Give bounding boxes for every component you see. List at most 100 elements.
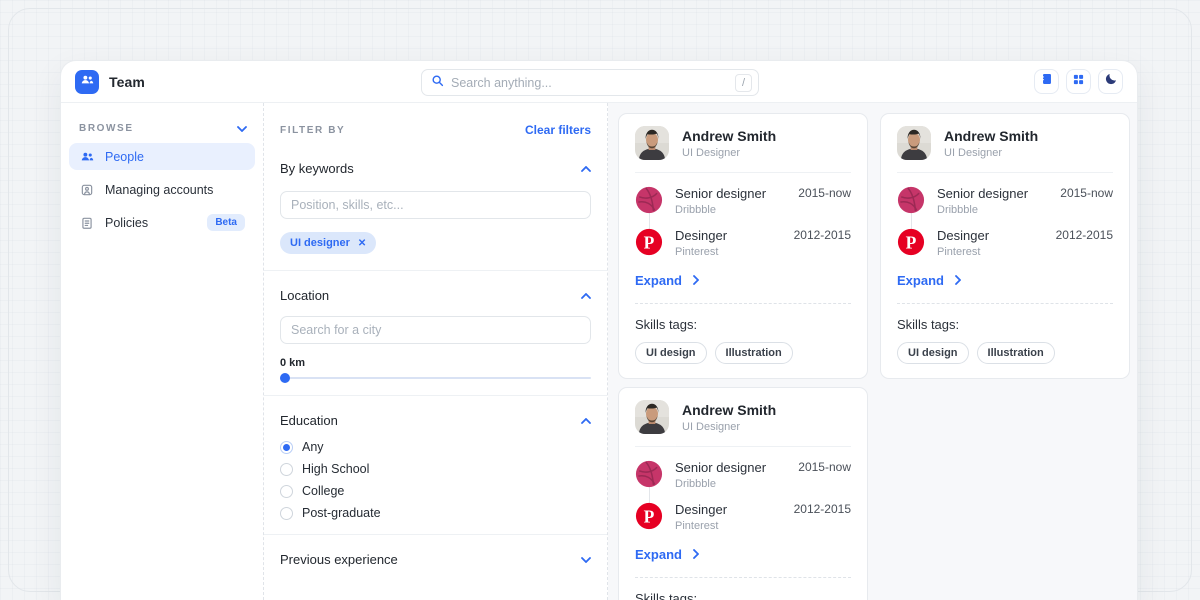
search-bar[interactable]: / — [421, 69, 759, 96]
person-role: UI Designer — [944, 147, 1038, 159]
city-search-input[interactable] — [280, 316, 591, 344]
divider — [635, 303, 851, 304]
position-period: 2015-now — [798, 186, 851, 200]
svg-text:P: P — [906, 232, 917, 252]
apps-grid-button[interactable] — [1066, 69, 1091, 94]
keywords-input[interactable] — [280, 191, 591, 219]
skills-label: Skills tags: — [635, 591, 851, 600]
beta-badge: Beta — [207, 214, 245, 231]
divider — [264, 270, 607, 271]
person-role: UI Designer — [682, 421, 776, 433]
distance-slider[interactable] — [280, 377, 591, 379]
position-period: 2015-now — [798, 460, 851, 474]
education-section-header[interactable]: Education — [280, 411, 591, 429]
search-input[interactable] — [451, 76, 735, 90]
sidebar-item-label: Policies — [105, 216, 148, 230]
chevron-right-icon — [693, 273, 699, 288]
clear-filters-link[interactable]: Clear filters — [525, 123, 591, 137]
position-title: Desinger — [675, 502, 727, 517]
expand-label: Expand — [635, 547, 682, 562]
browse-label: BROWSE — [79, 123, 134, 134]
chevron-down-icon — [581, 550, 591, 568]
radio-option-any[interactable]: Any — [280, 440, 591, 454]
divider — [897, 172, 1113, 173]
location-section-header[interactable]: Location — [280, 286, 591, 304]
radio-option-post-graduate[interactable]: Post-graduate — [280, 506, 591, 520]
skill-tag[interactable]: UI design — [897, 342, 969, 364]
sidebar-item-managing-accounts[interactable]: Managing accounts — [69, 176, 255, 203]
chevron-up-icon — [581, 411, 591, 429]
position-company: Dribbble — [937, 204, 1028, 216]
dark-mode-button[interactable] — [1098, 69, 1123, 94]
skill-tag[interactable]: Illustration — [977, 342, 1055, 364]
skills-label: Skills tags: — [635, 317, 851, 332]
radio-option-high-school[interactable]: High School — [280, 462, 591, 476]
expand-button[interactable]: Expand — [635, 547, 851, 562]
sidebar-item-label: People — [105, 150, 144, 164]
person-role: UI Designer — [682, 147, 776, 159]
app-title: Team — [109, 74, 145, 90]
search-icon — [431, 74, 444, 92]
skill-tag[interactable]: UI design — [635, 342, 707, 364]
position-company: Dribbble — [675, 204, 766, 216]
expand-label: Expand — [635, 273, 682, 288]
dribbble-icon — [635, 460, 663, 488]
chevron-right-icon — [693, 547, 699, 562]
skill-tag[interactable]: Illustration — [715, 342, 793, 364]
experience-timeline: Senior designer Dribbble 2015-now P Desi… — [635, 186, 851, 258]
divider — [635, 446, 851, 447]
radio-label: Any — [302, 440, 324, 454]
radio-icon[interactable] — [280, 485, 293, 498]
distance-value: 0 km — [280, 357, 591, 369]
app-header: Team / — [61, 61, 1137, 103]
header-actions — [1034, 69, 1123, 94]
position-row: Senior designer Dribbble 2015-now — [635, 186, 851, 216]
radio-icon[interactable] — [280, 441, 293, 454]
grid-icon — [1072, 73, 1085, 91]
moon-icon — [1104, 72, 1118, 91]
keywords-section-header[interactable]: By keywords — [280, 159, 591, 177]
browse-section-header[interactable]: BROWSE — [69, 119, 255, 137]
divider — [264, 534, 607, 535]
location-label: Location — [280, 288, 329, 303]
sidebar-item-people[interactable]: People — [69, 143, 255, 170]
person-name: Andrew Smith — [682, 128, 776, 144]
experience-section-header[interactable]: Previous experience — [280, 550, 591, 568]
close-icon[interactable]: ✕ — [358, 238, 366, 249]
expand-button[interactable]: Expand — [635, 273, 851, 288]
book-button[interactable] — [1034, 69, 1059, 94]
person-name: Andrew Smith — [682, 402, 776, 418]
sidebar-item-policies[interactable]: Policies Beta — [69, 209, 255, 236]
book-icon — [1040, 72, 1054, 91]
radio-option-college[interactable]: College — [280, 484, 591, 498]
skills-label: Skills tags: — [897, 317, 1113, 332]
person-card: Andrew Smith UI Designer Senior designer… — [880, 113, 1130, 379]
keywords-label: By keywords — [280, 161, 354, 176]
search-shortcut: / — [735, 74, 752, 92]
radio-icon[interactable] — [280, 507, 293, 520]
app-body: BROWSE People Managing accounts — [61, 103, 1137, 600]
keyword-chip[interactable]: UI designer ✕ — [280, 232, 376, 254]
radio-icon[interactable] — [280, 463, 293, 476]
radio-label: High School — [302, 462, 369, 476]
app-window: Team / — [60, 60, 1138, 600]
policy-icon — [79, 215, 95, 231]
expand-button[interactable]: Expand — [897, 273, 1113, 288]
position-company: Pinterest — [675, 246, 727, 258]
chevron-up-icon — [581, 286, 591, 304]
person-card: Andrew Smith UI Designer Senior designer… — [618, 113, 868, 379]
divider — [635, 577, 851, 578]
cards-grid: Andrew Smith UI Designer Senior designer… — [608, 103, 1137, 600]
experience-label: Previous experience — [280, 552, 398, 567]
position-period: 2012-2015 — [794, 502, 851, 516]
divider — [635, 172, 851, 173]
position-period: 2015-now — [1060, 186, 1113, 200]
dribbble-icon — [897, 186, 925, 214]
slider-thumb[interactable] — [280, 373, 290, 383]
position-title: Desinger — [937, 228, 989, 243]
filter-panel: FILTER BY Clear filters By keywords UI d… — [264, 103, 608, 600]
position-period: 2012-2015 — [1056, 228, 1113, 242]
education-label: Education — [280, 413, 338, 428]
filter-by-label: FILTER BY — [280, 125, 345, 136]
svg-text:P: P — [644, 232, 655, 252]
